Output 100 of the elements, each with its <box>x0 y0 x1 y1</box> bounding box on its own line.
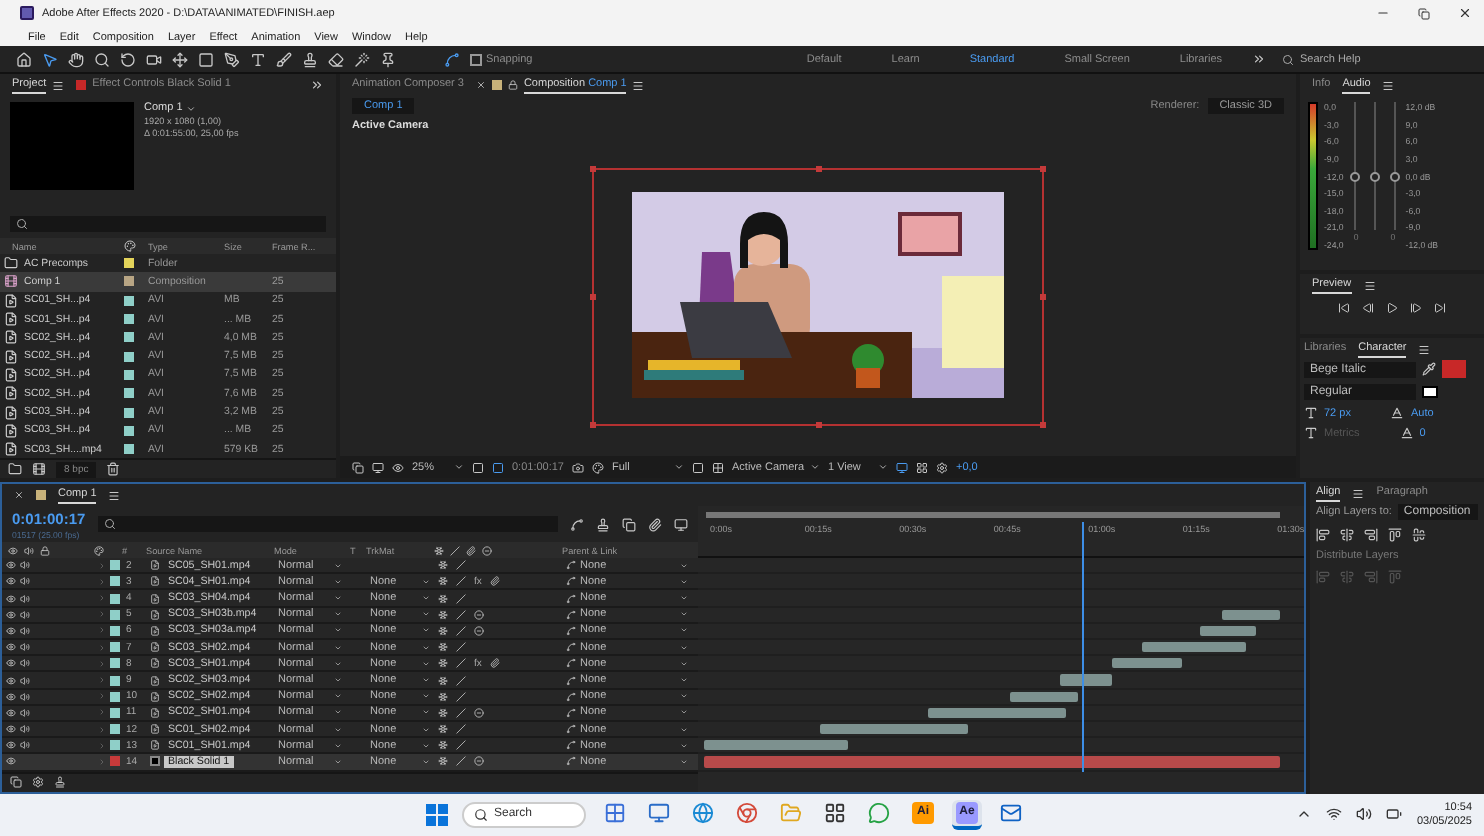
eyedropper-icon[interactable] <box>1422 362 1436 377</box>
visibility-icon[interactable] <box>6 724 16 735</box>
audio-icon[interactable] <box>20 707 30 718</box>
new-folder-icon[interactable] <box>8 462 22 477</box>
collapse-icon[interactable] <box>438 740 448 751</box>
last-frame-icon[interactable] <box>1434 302 1446 315</box>
restore-icon[interactable] <box>1418 7 1430 20</box>
monitor-icon[interactable] <box>372 461 384 474</box>
windows-start-icon[interactable] <box>426 803 448 826</box>
circle-minus-icon[interactable] <box>474 609 484 620</box>
layer-search-field[interactable] <box>97 516 558 533</box>
stroke-swatch[interactable] <box>1422 386 1438 399</box>
audio-icon[interactable] <box>24 545 34 556</box>
caret-icon[interactable] <box>878 462 888 473</box>
layer-bounding-box[interactable] <box>592 167 1044 426</box>
monitor-icon[interactable] <box>896 461 908 474</box>
paperclip-icon[interactable] <box>489 658 500 669</box>
audio-icon[interactable] <box>20 691 30 702</box>
search-icon[interactable] <box>474 807 488 822</box>
layer-duration-bar[interactable] <box>704 740 848 751</box>
caret-icon[interactable] <box>810 462 820 473</box>
previous-frame-icon[interactable] <box>1362 302 1374 315</box>
audio-icon[interactable] <box>20 658 30 669</box>
layer-duration-bar[interactable] <box>1141 642 1246 653</box>
visibility-icon[interactable] <box>6 740 16 751</box>
pick-whip-icon[interactable] <box>566 724 576 735</box>
trash-icon[interactable] <box>106 462 121 477</box>
search-icon[interactable] <box>16 218 28 231</box>
more-icon[interactable] <box>310 78 324 93</box>
wand-icon[interactable] <box>354 51 370 68</box>
pick-whip-icon[interactable] <box>566 691 576 702</box>
slider-thumb[interactable] <box>1389 172 1400 183</box>
visibility-icon[interactable] <box>6 756 16 767</box>
graph-icon[interactable] <box>570 517 584 532</box>
visibility-icon[interactable] <box>6 576 16 587</box>
pick-whip-icon[interactable] <box>566 560 576 571</box>
color-channels-icon[interactable] <box>592 461 604 474</box>
region-icon[interactable] <box>472 461 484 474</box>
work-area-bar[interactable] <box>706 512 1280 519</box>
search-icon[interactable] <box>1282 53 1294 66</box>
visibility-icon[interactable] <box>6 707 16 718</box>
align-right-icon[interactable] <box>1364 528 1378 543</box>
pick-whip-icon[interactable] <box>566 675 576 685</box>
more-icon[interactable] <box>1252 52 1266 67</box>
pick-whip-icon[interactable] <box>566 642 576 653</box>
camera-icon[interactable] <box>572 461 584 474</box>
visibility-icon[interactable] <box>6 642 16 653</box>
audio-icon[interactable] <box>20 642 30 653</box>
settings-icon[interactable] <box>32 776 44 789</box>
chat-icon[interactable] <box>868 801 890 824</box>
task-view-icon[interactable] <box>604 801 626 824</box>
snapping-checkbox[interactable] <box>470 53 482 66</box>
selection-tool-icon[interactable] <box>42 51 58 68</box>
stamp-icon[interactable] <box>302 51 318 68</box>
browser-icon[interactable] <box>692 801 714 824</box>
collapse-icon[interactable] <box>438 658 448 669</box>
collapse-icon[interactable] <box>438 560 448 571</box>
audio-icon[interactable] <box>20 576 30 587</box>
collapse-icon[interactable] <box>438 707 448 718</box>
caret-icon[interactable] <box>186 103 197 114</box>
audio-icon[interactable] <box>20 593 30 604</box>
collapse-icon[interactable] <box>438 576 448 587</box>
menu-icon[interactable] <box>1352 487 1365 500</box>
volume-icon[interactable] <box>1356 806 1373 823</box>
visibility-icon[interactable] <box>6 593 16 604</box>
move-icon[interactable] <box>172 51 188 68</box>
camera-icon[interactable] <box>146 51 162 68</box>
layer-duration-bar[interactable] <box>1222 609 1280 620</box>
menu-icon[interactable] <box>1363 279 1376 292</box>
layout-icon[interactable] <box>916 461 928 474</box>
pick-whip-icon[interactable] <box>566 609 576 620</box>
rectangle-icon[interactable] <box>198 51 214 68</box>
collapse-icon[interactable] <box>438 593 448 604</box>
pick-whip-icon[interactable] <box>566 658 576 669</box>
visibility-icon[interactable] <box>6 560 16 571</box>
battery-icon[interactable] <box>1386 806 1403 823</box>
collapse-icon[interactable] <box>438 675 448 685</box>
visibility-icon[interactable] <box>6 675 16 685</box>
layer-duration-bar[interactable] <box>1009 691 1079 702</box>
collapse-icon[interactable] <box>438 724 448 735</box>
circle-minus-icon[interactable] <box>474 756 484 767</box>
home-icon[interactable] <box>16 51 32 68</box>
search-icon[interactable] <box>103 518 116 531</box>
menu-icon[interactable] <box>52 79 65 92</box>
collapse-icon[interactable] <box>438 625 448 636</box>
pick-whip-icon[interactable] <box>566 707 576 718</box>
visibility-icon[interactable] <box>6 658 16 669</box>
zoom-icon[interactable] <box>94 51 110 68</box>
kerning-icon[interactable] <box>1304 426 1318 441</box>
settings-icon[interactable] <box>936 461 948 474</box>
align-left-icon[interactable] <box>1316 528 1330 543</box>
menu-icon[interactable] <box>632 79 645 92</box>
layer-duration-bar[interactable] <box>928 707 1067 718</box>
collapse-icon[interactable] <box>438 691 448 702</box>
visibility-icon[interactable] <box>6 691 16 702</box>
menu-icon[interactable] <box>1382 79 1395 92</box>
grid-icon[interactable] <box>712 461 724 474</box>
circle-minus-icon[interactable] <box>474 707 484 718</box>
lock-icon[interactable] <box>507 80 518 91</box>
brush-icon[interactable] <box>276 51 292 68</box>
